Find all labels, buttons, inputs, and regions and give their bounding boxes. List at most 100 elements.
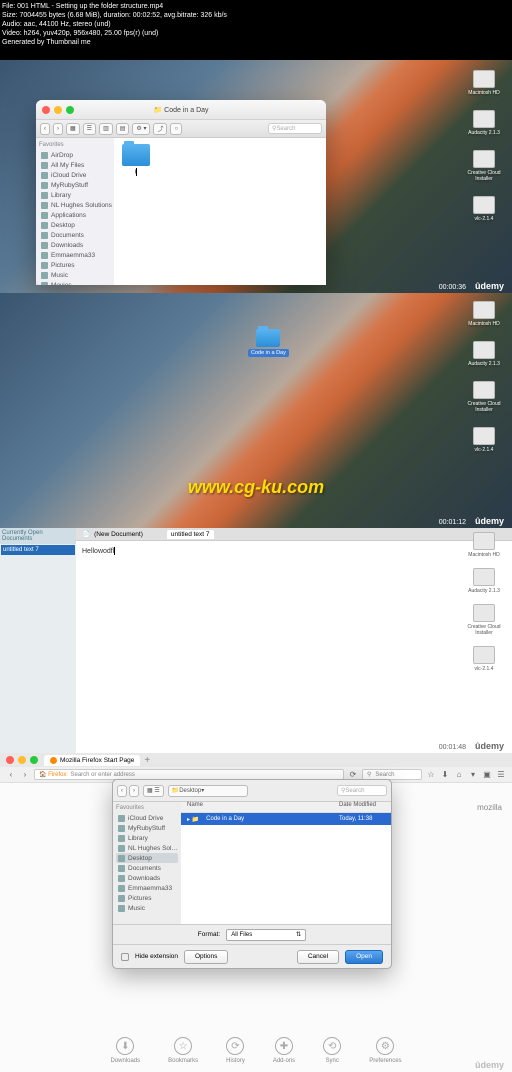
pocket-icon[interactable]: ▾ <box>468 770 478 780</box>
view-icons-button[interactable]: ▦ <box>66 123 80 135</box>
sidebar-item-emma[interactable]: Emmaemma33 <box>39 250 111 260</box>
sidebar-item[interactable]: Music <box>116 903 178 913</box>
options-button[interactable]: Options <box>184 950 228 964</box>
open-file-dialog[interactable]: ‹› ▦ ☰ 📁 Desktop ▾ ⚲ Search Favourites i… <box>112 779 392 969</box>
desktop-drive-icon[interactable]: Creative Cloud Installer <box>464 381 504 413</box>
sidebar-item-desktop[interactable]: Desktop <box>116 853 178 863</box>
firefox-footer-icons: ⬇Downloads ☆Bookmarks ⟳History ✚Add-ons … <box>0 1037 512 1064</box>
dialog-search[interactable]: ⚲ Search <box>337 785 387 796</box>
close-button[interactable] <box>42 106 50 114</box>
fullscreen-icon[interactable]: ▣ <box>482 770 492 780</box>
view-button[interactable]: ▦ ☰ <box>143 785 164 797</box>
sidebar-item[interactable]: MyRubyStuff <box>116 823 178 833</box>
format-row: Format: All Files⇅ <box>113 924 391 944</box>
close-button[interactable] <box>6 756 14 764</box>
tags-button[interactable]: ○ <box>170 123 182 135</box>
file-row-selected[interactable]: ▸ 📁 Code in a DayToday, 11:38 <box>181 813 391 825</box>
desktop-folder-selected[interactable]: Code in a Day <box>248 329 289 357</box>
open-button[interactable]: Open <box>345 950 383 964</box>
arrange-button[interactable]: ⚙ ▾ <box>132 123 150 135</box>
bookmarks-link[interactable]: ☆Bookmarks <box>168 1037 198 1064</box>
sidebar-item-movies[interactable]: Movies <box>39 280 111 285</box>
sidebar-item-airdrop[interactable]: AirDrop <box>39 150 111 160</box>
history-link[interactable]: ⟳History <box>226 1037 245 1064</box>
preferences-link[interactable]: ⚙Preferences <box>369 1037 401 1064</box>
back-button[interactable]: ‹ <box>40 123 50 135</box>
desktop-drive-icon[interactable]: Macintosh HD <box>468 532 499 558</box>
sidebar-item[interactable]: Pictures <box>116 893 178 903</box>
sidebar-item-applications[interactable]: Applications <box>39 210 111 220</box>
maximize-button[interactable] <box>66 106 74 114</box>
hide-extension-label: Hide extension <box>135 953 178 960</box>
downloads-link[interactable]: ⬇Downloads <box>110 1037 140 1064</box>
sidebar-title: Currently Open Documents <box>0 528 76 544</box>
back-button[interactable]: ‹ <box>6 770 16 780</box>
sidebar-item[interactable]: Library <box>116 833 178 843</box>
editor-content[interactable]: Hellowodfl <box>76 541 512 753</box>
desktop-drive-icon[interactable]: Audacity 2.1.3 <box>468 341 500 367</box>
star-icon[interactable]: ☆ <box>426 770 436 780</box>
open-doc-item[interactable]: untitled text 7 <box>1 545 75 555</box>
sync-link[interactable]: ⟲Sync <box>323 1037 341 1064</box>
tab-bar: Mozilla Firefox Start Page + <box>0 753 512 767</box>
folder-item[interactable]: I <box>120 144 152 176</box>
desktop-drive-icon[interactable]: Macintosh HD <box>468 70 499 96</box>
addons-link[interactable]: ✚Add-ons <box>273 1037 295 1064</box>
home-icon[interactable]: ⌂ <box>454 770 464 780</box>
sidebar-item[interactable]: Emmaemma33 <box>116 883 178 893</box>
cancel-button[interactable]: Cancel <box>297 950 339 964</box>
share-button[interactable]: ⤴ <box>153 123 167 135</box>
finder-search[interactable]: ⚲ Search <box>268 123 322 134</box>
sidebar-item[interactable]: Documents <box>116 863 178 873</box>
finder-window[interactable]: 📁 Code in a Day ‹ › ▦ ☰ ▥ ▤ ⚙ ▾ ⤴ ○ ⚲ Se… <box>36 100 326 285</box>
sidebar-item-allfiles[interactable]: All My Files <box>39 160 111 170</box>
sidebar-item-music[interactable]: Music <box>39 270 111 280</box>
folder-label[interactable]: I <box>135 168 138 176</box>
sidebar-item-library[interactable]: Library <box>39 190 111 200</box>
location-select[interactable]: 📁 Desktop ▾ <box>168 785 248 797</box>
download-icon[interactable]: ⬇ <box>440 770 450 780</box>
desktop-drive-icon[interactable]: vlc-2.1.4 <box>473 427 495 453</box>
text-editor: Currently Open Documents untitled text 7… <box>0 528 512 753</box>
sidebar-item[interactable]: Downloads <box>116 873 178 883</box>
menu-icon[interactable]: ☰ <box>496 770 506 780</box>
finder-content[interactable]: I <box>114 138 326 285</box>
sidebar-item-nlhughes[interactable]: NL Hughes Solutions <box>39 200 111 210</box>
desktop-drive-icon[interactable]: Audacity 2.1.3 <box>468 568 500 594</box>
column-headers[interactable]: NameDate Modified <box>181 802 391 813</box>
desktop-drive-icon[interactable]: vlc-2.1.4 <box>473 196 495 222</box>
desktop-drive-icon[interactable]: Audacity 2.1.3 <box>468 110 500 136</box>
sidebar-item-documents[interactable]: Documents <box>39 230 111 240</box>
desktop-drive-icon[interactable]: Creative Cloud Installer <box>464 150 504 182</box>
view-list-button[interactable]: ☰ <box>83 123 96 135</box>
maximize-button[interactable] <box>30 756 38 764</box>
new-tab-button[interactable]: + <box>144 755 150 766</box>
sidebar-item-pictures[interactable]: Pictures <box>39 260 111 270</box>
editor-tab[interactable]: untitled text 7 <box>167 530 214 539</box>
forward-button[interactable]: › <box>20 770 30 780</box>
browser-tab[interactable]: Mozilla Firefox Start Page <box>44 755 140 766</box>
folder-icon <box>122 144 150 166</box>
hide-extension-checkbox[interactable] <box>121 953 129 961</box>
sidebar-item[interactable]: NL Hughes Sol… <box>116 843 178 853</box>
minimize-button[interactable] <box>18 756 26 764</box>
forward-button[interactable]: › <box>53 123 63 135</box>
window-titlebar[interactable]: 📁 Code in a Day <box>36 100 326 120</box>
sidebar-item-downloads[interactable]: Downloads <box>39 240 111 250</box>
sidebar-item-myrubystuff[interactable]: MyRubyStuff <box>39 180 111 190</box>
sidebar-item[interactable]: iCloud Drive <box>116 813 178 823</box>
view-columns-button[interactable]: ▥ <box>99 123 113 135</box>
format-select[interactable]: All Files⇅ <box>226 929 306 941</box>
timestamp: 00:00:36 <box>439 284 466 291</box>
view-gallery-button[interactable]: ▤ <box>116 123 130 135</box>
sidebar-item-icloud[interactable]: iCloud Drive <box>39 170 111 180</box>
forward-button[interactable]: › <box>129 785 139 797</box>
back-button[interactable]: ‹ <box>117 785 127 797</box>
desktop-drive-icon[interactable]: Creative Cloud Installer <box>464 604 504 636</box>
sidebar-item-desktop[interactable]: Desktop <box>39 220 111 230</box>
desktop-drive-icon[interactable]: Macintosh HD <box>468 301 499 327</box>
desktop-drive-icon[interactable]: vlc-2.1.4 <box>473 646 495 672</box>
format-label: Format: <box>198 931 220 938</box>
reload-button[interactable]: ⟳ <box>348 770 358 780</box>
minimize-button[interactable] <box>54 106 62 114</box>
